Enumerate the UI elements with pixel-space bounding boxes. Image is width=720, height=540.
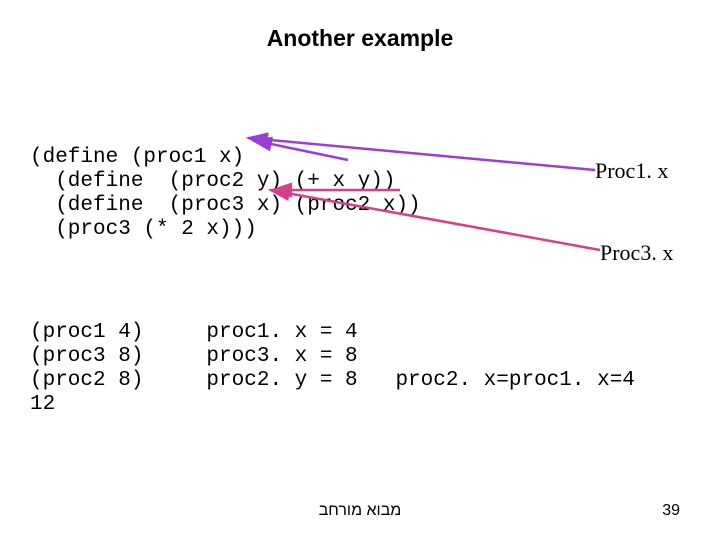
code-line-2: (define (proc2 y) (+ x y)) bbox=[30, 170, 395, 193]
code-block: (define (proc1 x) (define (proc2 y) (+ x… bbox=[30, 146, 421, 243]
code-line-3: (define (proc3 x) (proc2 x)) bbox=[30, 194, 421, 217]
trace-line-2: (proc3 8) proc3. x = 8 bbox=[30, 345, 358, 368]
footer-text: מבוא מורחב bbox=[0, 502, 720, 520]
page-number: 39 bbox=[662, 502, 680, 520]
trace-line-1: (proc1 4) proc1. x = 4 bbox=[30, 321, 358, 344]
trace-block: (proc1 4) proc1. x = 4 (proc3 8) proc3. … bbox=[30, 321, 635, 418]
slide-title: Another example bbox=[0, 25, 720, 52]
annotation-proc1: Proc1. x bbox=[595, 158, 668, 184]
trace-line-3: (proc2 8) proc2. y = 8 proc2. x=proc1. x… bbox=[30, 369, 635, 392]
arrow-overlay bbox=[0, 0, 720, 540]
code-line-1: (define (proc1 x) bbox=[30, 146, 244, 169]
trace-line-4: 12 bbox=[30, 393, 55, 416]
annotation-proc3: Proc3. x bbox=[600, 240, 673, 266]
code-line-4: (proc3 (* 2 x))) bbox=[30, 218, 257, 241]
